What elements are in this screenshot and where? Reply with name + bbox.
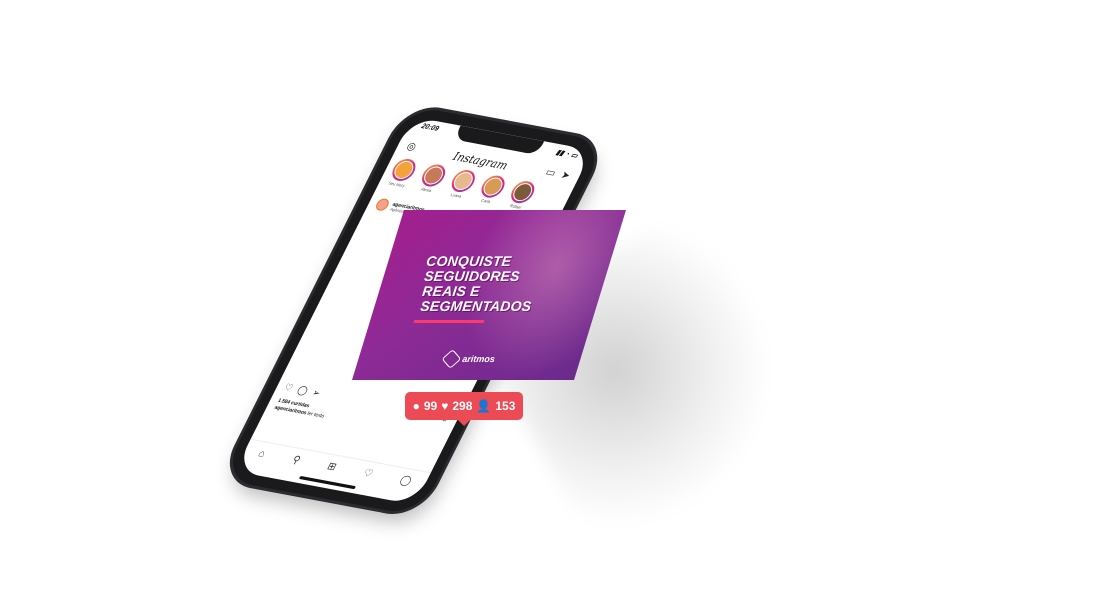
story-name: Rafael [508,202,523,210]
comment-icon[interactable]: ◯ [295,384,310,398]
story-name: Seu story [387,180,406,189]
caption-text: ler texto [305,410,326,420]
likes-badge-count: 298 [452,399,473,413]
promo-line: SEGMENTADOS [419,298,533,314]
person-icon: 👤 [476,399,492,413]
search-icon[interactable]: ⚲ [290,454,302,466]
activity-heart-icon[interactable]: ♡ [361,467,375,479]
direct-message-icon[interactable]: ➤ [557,169,574,183]
status-time: 20:09 [419,122,440,133]
share-icon[interactable]: ➢ [310,387,323,400]
story-avatar [509,181,536,203]
story-avatar [420,165,447,186]
followers-count: 153 [495,399,516,413]
story-name: Alexia [420,186,433,194]
comments-count: 99 [423,399,438,413]
brand-mark-icon [441,349,462,369]
brand-logo: aritmos [441,349,496,369]
promo-underline [413,320,485,323]
bottom-tab-bar: ⌂ ⚲ ⊞ ♡ ◯ [239,438,432,495]
promo-line: REAIS E [421,283,481,299]
post-avatar[interactable] [373,197,391,212]
promo-headline: CONQUISTE SEGUIDORES REAIS E SEGMENTADOS [419,253,538,314]
brand-name: aritmos [461,354,496,364]
status-icons: ▮▮ ◔ ▭ [554,149,579,161]
promo-line: SEGUIDORES [423,268,521,284]
story-avatar [391,159,417,181]
new-post-icon[interactable]: ⊞ [325,461,338,473]
story-name: Carla [480,197,492,205]
comment-bubble-icon: ● [412,399,420,413]
story-avatar [450,170,477,192]
story-name: Luana [449,191,463,199]
home-icon[interactable]: ⌂ [256,448,267,460]
igtv-icon[interactable]: ▭ [542,167,559,181]
promo-line: CONQUISTE [425,253,513,269]
story-avatar [480,176,506,198]
heart-icon: ♥ [441,399,449,413]
like-icon[interactable]: ♡ [282,382,295,395]
notification-badge: ● 99 ♥ 298 👤 153 [405,392,523,426]
profile-icon[interactable]: ◯ [398,474,414,487]
camera-icon[interactable]: ◎ [402,141,419,155]
